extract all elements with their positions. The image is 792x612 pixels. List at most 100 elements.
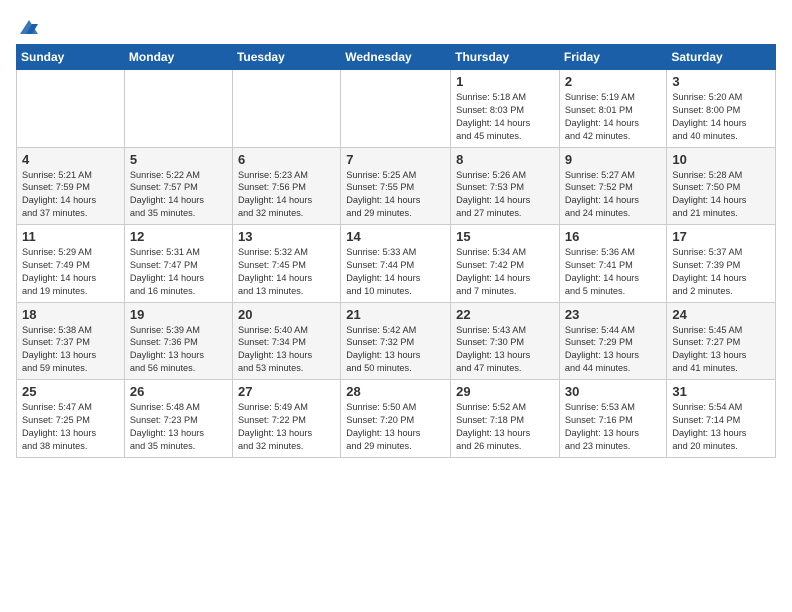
day-info: Sunrise: 5:20 AM Sunset: 8:00 PM Dayligh… [672,91,770,143]
day-number: 20 [238,307,335,322]
calendar-day-cell [232,70,340,148]
calendar-day-cell: 27 Sunrise: 5:49 AM Sunset: 7:22 PM Dayli… [232,380,340,458]
calendar-day-cell: 23 Sunrise: 5:44 AM Sunset: 7:29 PM Dayli… [559,302,666,380]
day-number: 31 [672,384,770,399]
day-info: Sunrise: 5:22 AM Sunset: 7:57 PM Dayligh… [130,169,227,221]
weekday-header: Friday [559,45,666,70]
day-info: Sunrise: 5:26 AM Sunset: 7:53 PM Dayligh… [456,169,554,221]
calendar-day-cell: 28 Sunrise: 5:50 AM Sunset: 7:20 PM Dayli… [341,380,451,458]
day-number: 25 [22,384,119,399]
calendar-header-row: SundayMondayTuesdayWednesdayThursdayFrid… [17,45,776,70]
calendar-day-cell: 16 Sunrise: 5:36 AM Sunset: 7:41 PM Dayli… [559,225,666,303]
calendar-day-cell: 15Sunrise: 5:34 AM Sunset: 7:42 PM Dayli… [451,225,560,303]
day-info: Sunrise: 5:44 AM Sunset: 7:29 PM Dayligh… [565,324,661,376]
day-info: Sunrise: 5:36 AM Sunset: 7:41 PM Dayligh… [565,246,661,298]
day-number: 26 [130,384,227,399]
day-info: Sunrise: 5:19 AM Sunset: 8:01 PM Dayligh… [565,91,661,143]
weekday-header: Sunday [17,45,125,70]
calendar-day-cell: 30 Sunrise: 5:53 AM Sunset: 7:16 PM Dayli… [559,380,666,458]
calendar-day-cell: 22 Sunrise: 5:43 AM Sunset: 7:30 PM Dayli… [451,302,560,380]
day-info: Sunrise: 5:47 AM Sunset: 7:25 PM Dayligh… [22,401,119,453]
day-number: 30 [565,384,661,399]
day-number: 21 [346,307,445,322]
day-number: 9 [565,152,661,167]
day-info: Sunrise: 5:42 AM Sunset: 7:32 PM Dayligh… [346,324,445,376]
day-number: 8 [456,152,554,167]
day-info: Sunrise: 5:28 AM Sunset: 7:50 PM Dayligh… [672,169,770,221]
day-number: 12 [130,229,227,244]
weekday-header: Tuesday [232,45,340,70]
header [16,16,776,34]
day-info: Sunrise: 5:48 AM Sunset: 7:23 PM Dayligh… [130,401,227,453]
day-info: Sunrise: 5:43 AM Sunset: 7:30 PM Dayligh… [456,324,554,376]
day-info: Sunrise: 5:38 AM Sunset: 7:37 PM Dayligh… [22,324,119,376]
calendar-day-cell: 24Sunrise: 5:45 AM Sunset: 7:27 PM Dayli… [667,302,776,380]
page: SundayMondayTuesdayWednesdayThursdayFrid… [0,0,792,468]
calendar-day-cell [17,70,125,148]
day-number: 27 [238,384,335,399]
calendar-day-cell: 20Sunrise: 5:40 AM Sunset: 7:34 PM Dayli… [232,302,340,380]
calendar-day-cell: 31 Sunrise: 5:54 AM Sunset: 7:14 PM Dayli… [667,380,776,458]
day-number: 2 [565,74,661,89]
day-info: Sunrise: 5:32 AM Sunset: 7:45 PM Dayligh… [238,246,335,298]
calendar-day-cell: 29 Sunrise: 5:52 AM Sunset: 7:18 PM Dayli… [451,380,560,458]
day-info: Sunrise: 5:50 AM Sunset: 7:20 PM Dayligh… [346,401,445,453]
logo [16,16,40,34]
calendar-day-cell: 19Sunrise: 5:39 AM Sunset: 7:36 PM Dayli… [124,302,232,380]
day-number: 11 [22,229,119,244]
weekday-header: Saturday [667,45,776,70]
day-info: Sunrise: 5:23 AM Sunset: 7:56 PM Dayligh… [238,169,335,221]
day-info: Sunrise: 5:31 AM Sunset: 7:47 PM Dayligh… [130,246,227,298]
day-info: Sunrise: 5:53 AM Sunset: 7:16 PM Dayligh… [565,401,661,453]
day-info: Sunrise: 5:52 AM Sunset: 7:18 PM Dayligh… [456,401,554,453]
day-number: 4 [22,152,119,167]
day-number: 6 [238,152,335,167]
calendar-week-row: 1 Sunrise: 5:18 AM Sunset: 8:03 PM Daylig… [17,70,776,148]
day-number: 16 [565,229,661,244]
day-number: 22 [456,307,554,322]
calendar: SundayMondayTuesdayWednesdayThursdayFrid… [16,44,776,458]
day-info: Sunrise: 5:37 AM Sunset: 7:39 PM Dayligh… [672,246,770,298]
weekday-header: Thursday [451,45,560,70]
calendar-day-cell: 26 Sunrise: 5:48 AM Sunset: 7:23 PM Dayli… [124,380,232,458]
day-info: Sunrise: 5:18 AM Sunset: 8:03 PM Dayligh… [456,91,554,143]
day-number: 29 [456,384,554,399]
calendar-day-cell: 8 Sunrise: 5:26 AM Sunset: 7:53 PM Daylig… [451,147,560,225]
calendar-day-cell: 3Sunrise: 5:20 AM Sunset: 8:00 PM Daylig… [667,70,776,148]
day-info: Sunrise: 5:33 AM Sunset: 7:44 PM Dayligh… [346,246,445,298]
calendar-day-cell: 2 Sunrise: 5:19 AM Sunset: 8:01 PM Daylig… [559,70,666,148]
calendar-day-cell [124,70,232,148]
calendar-day-cell: 25 Sunrise: 5:47 AM Sunset: 7:25 PM Dayli… [17,380,125,458]
day-info: Sunrise: 5:45 AM Sunset: 7:27 PM Dayligh… [672,324,770,376]
weekday-header: Monday [124,45,232,70]
calendar-day-cell: 13Sunrise: 5:32 AM Sunset: 7:45 PM Dayli… [232,225,340,303]
weekday-header: Wednesday [341,45,451,70]
day-number: 1 [456,74,554,89]
calendar-day-cell: 1 Sunrise: 5:18 AM Sunset: 8:03 PM Daylig… [451,70,560,148]
day-info: Sunrise: 5:25 AM Sunset: 7:55 PM Dayligh… [346,169,445,221]
day-info: Sunrise: 5:54 AM Sunset: 7:14 PM Dayligh… [672,401,770,453]
day-number: 28 [346,384,445,399]
day-number: 23 [565,307,661,322]
calendar-day-cell: 4 Sunrise: 5:21 AM Sunset: 7:59 PM Daylig… [17,147,125,225]
calendar-week-row: 4 Sunrise: 5:21 AM Sunset: 7:59 PM Daylig… [17,147,776,225]
day-number: 17 [672,229,770,244]
calendar-week-row: 18Sunrise: 5:38 AM Sunset: 7:37 PM Dayli… [17,302,776,380]
day-info: Sunrise: 5:21 AM Sunset: 7:59 PM Dayligh… [22,169,119,221]
day-info: Sunrise: 5:49 AM Sunset: 7:22 PM Dayligh… [238,401,335,453]
calendar-week-row: 11 Sunrise: 5:29 AM Sunset: 7:49 PM Dayli… [17,225,776,303]
day-info: Sunrise: 5:39 AM Sunset: 7:36 PM Dayligh… [130,324,227,376]
day-info: Sunrise: 5:27 AM Sunset: 7:52 PM Dayligh… [565,169,661,221]
calendar-day-cell [341,70,451,148]
day-number: 7 [346,152,445,167]
calendar-day-cell: 14Sunrise: 5:33 AM Sunset: 7:44 PM Dayli… [341,225,451,303]
calendar-day-cell: 6 Sunrise: 5:23 AM Sunset: 7:56 PM Daylig… [232,147,340,225]
day-info: Sunrise: 5:29 AM Sunset: 7:49 PM Dayligh… [22,246,119,298]
day-info: Sunrise: 5:34 AM Sunset: 7:42 PM Dayligh… [456,246,554,298]
calendar-day-cell: 17 Sunrise: 5:37 AM Sunset: 7:39 PM Dayli… [667,225,776,303]
calendar-day-cell: 18Sunrise: 5:38 AM Sunset: 7:37 PM Dayli… [17,302,125,380]
calendar-day-cell: 10Sunrise: 5:28 AM Sunset: 7:50 PM Dayli… [667,147,776,225]
calendar-week-row: 25 Sunrise: 5:47 AM Sunset: 7:25 PM Dayli… [17,380,776,458]
calendar-day-cell: 12 Sunrise: 5:31 AM Sunset: 7:47 PM Dayli… [124,225,232,303]
day-number: 5 [130,152,227,167]
